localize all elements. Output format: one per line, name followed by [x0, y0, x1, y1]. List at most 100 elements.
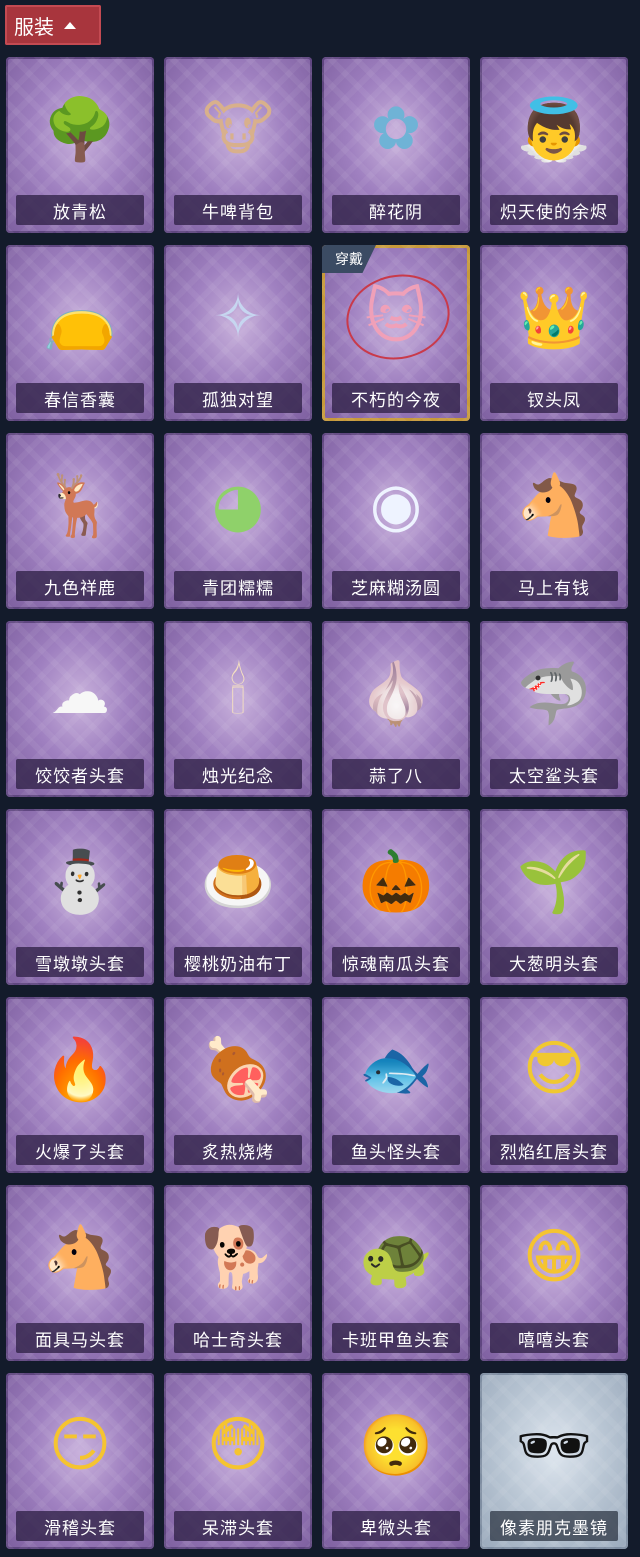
outfit-card[interactable]: 👼 炽天使的余烬	[480, 57, 628, 233]
outfit-name: 放青松	[16, 195, 144, 225]
meat-icon: 🍖	[200, 1034, 276, 1105]
outfit-card[interactable]: ✿ 醉花阴	[322, 57, 470, 233]
outfit-name: 大葱明头套	[490, 947, 618, 977]
outfit-card[interactable]: 🐢 卡班甲鱼头套	[322, 1185, 470, 1361]
outfit-name: 鱼头怪头套	[332, 1135, 460, 1165]
outfit-card[interactable]: 🦌 九色祥鹿	[6, 433, 154, 609]
pudding-icon: 🍮	[200, 846, 276, 917]
outfit-card[interactable]: 👝 春信香囊	[6, 245, 154, 421]
sachet-icon: 👝	[42, 282, 118, 353]
outfit-card[interactable]: ⛄ 雪墩墩头套	[6, 809, 154, 985]
outfit-name: 面具马头套	[16, 1323, 144, 1353]
outfit-card[interactable]: ◕ 青团糯糯	[164, 433, 312, 609]
outfit-name: 九色祥鹿	[16, 571, 144, 601]
outfit-card[interactable]: 🐴 马上有钱	[480, 433, 628, 609]
outfit-card[interactable]: 🐴 面具马头套	[6, 1185, 154, 1361]
outfit-card[interactable]: 😏 滑稽头套	[6, 1373, 154, 1549]
outfit-name: 饺饺者头套	[16, 759, 144, 789]
outfit-name: 呆滞头套	[174, 1511, 302, 1541]
outfit-card[interactable]: 🕯 烛光纪念	[164, 621, 312, 797]
scallion-icon: 🌱	[516, 846, 592, 917]
outfit-name: 烛光纪念	[174, 759, 302, 789]
outfit-name: 卡班甲鱼头套	[332, 1323, 460, 1353]
outfit-card[interactable]: 😎 烈焰红唇头套	[480, 997, 628, 1173]
outfit-name: 芝麻糊汤圆	[332, 571, 460, 601]
outfit-card[interactable]: 🔥 火爆了头套	[6, 997, 154, 1173]
outfit-card[interactable]: 🐮 牛啤背包	[164, 57, 312, 233]
outfit-card[interactable]: ✧ 孤独对望	[164, 245, 312, 421]
fire-icon: 🔥	[42, 1034, 118, 1105]
horse-mask-icon: 🐴	[42, 1222, 118, 1293]
outfit-name: 太空鲨头套	[490, 759, 618, 789]
fish-head-icon: 🐟	[358, 1034, 434, 1105]
green-mochi-icon: ◕	[211, 470, 265, 540]
bonsai-icon: 🌳	[42, 94, 118, 165]
floral-ornament-icon: ✿	[370, 94, 422, 164]
outfit-name: 钗头凤	[490, 383, 618, 413]
shy-emoji-icon: 🥺	[358, 1410, 434, 1481]
outfit-grid: 🌳 放青松 🐮 牛啤背包 ✿ 醉花阴 👼 炽天使的余烬 👝 春信香囊 ✧ 孤独对望 🐱 穿戴不朽的今夜 👑 钗…	[6, 57, 628, 1549]
husky-icon: 🐕	[200, 1222, 276, 1293]
outfit-name: 醉花阴	[332, 195, 460, 225]
outfit-card[interactable]: 🧄 蒜了八	[322, 621, 470, 797]
chevron-up-icon	[64, 21, 76, 29]
outfit-name: 炙热烧烤	[174, 1135, 302, 1165]
pink-creature-icon: 🐱	[364, 282, 428, 352]
outfit-card[interactable]: 🍮 樱桃奶油布丁	[164, 809, 312, 985]
outfit-name: 烈焰红唇头套	[490, 1135, 618, 1165]
outfit-name: 炽天使的余烬	[490, 195, 618, 225]
outfit-card[interactable]: 😁 嘻嘻头套	[480, 1185, 628, 1361]
candle-icon: 🕯	[229, 658, 247, 728]
outfit-name: 雪墩墩头套	[16, 947, 144, 977]
pixel-sunglasses-icon: 🕶	[515, 1410, 593, 1481]
outfit-name: 马上有钱	[490, 571, 618, 601]
pikachu-sunglasses-icon: 😎	[522, 1034, 586, 1104]
silly-emoji-icon: 😏	[48, 1410, 112, 1480]
pumpkin-icon: 🎃	[358, 846, 434, 917]
outfit-card[interactable]: 🐕 哈士奇头套	[164, 1185, 312, 1361]
shark-icon: 🦈	[516, 658, 592, 729]
outfit-name: 牛啤背包	[174, 195, 302, 225]
rice-ball-icon: ◉	[369, 470, 423, 540]
garlic-icon: 🧄	[358, 658, 434, 729]
outfit-name: 滑稽头套	[16, 1511, 144, 1541]
equipped-badge: 穿戴	[322, 245, 376, 273]
outfit-card[interactable]: 😳 呆滞头套	[164, 1373, 312, 1549]
outfit-name: 樱桃奶油布丁	[174, 947, 302, 977]
crowned-doll-icon: 👑	[516, 282, 592, 353]
outfit-card[interactable]: 🥺 卑微头套	[322, 1373, 470, 1549]
outfit-card[interactable]: 🐱 穿戴不朽的今夜	[322, 245, 470, 421]
outfit-card[interactable]: ◉ 芝麻糊汤圆	[322, 433, 470, 609]
outfit-card[interactable]: ☁ 饺饺者头套	[6, 621, 154, 797]
outfit-card[interactable]: 👑 钗头凤	[480, 245, 628, 421]
deer-icon: 🦌	[42, 470, 118, 541]
outfit-name: 哈士奇头套	[174, 1323, 302, 1353]
outfit-card[interactable]: 🐟 鱼头怪头套	[322, 997, 470, 1173]
horse-head-icon: 🐴	[516, 470, 592, 541]
outfit-name: 孤独对望	[174, 383, 302, 413]
outfit-name: 像素朋克墨镜	[490, 1511, 618, 1541]
figure-charm-icon: ✧	[212, 282, 264, 352]
dazed-emoji-icon: 😳	[206, 1410, 270, 1480]
angel-doll-icon: 👼	[516, 94, 592, 165]
outfit-card[interactable]: 🌱 大葱明头套	[480, 809, 628, 985]
outfit-name: 火爆了头套	[16, 1135, 144, 1165]
outfit-name: 不朽的今夜	[332, 383, 460, 413]
outfit-card[interactable]: 🕶 像素朋克墨镜	[480, 1373, 628, 1549]
dumpling-icon: ☁	[50, 658, 110, 728]
outfit-name: 蒜了八	[332, 759, 460, 789]
outfit-name: 青团糯糯	[174, 571, 302, 601]
snowman-icon: ⛄	[42, 846, 118, 917]
outfit-card[interactable]: 🍖 炙热烧烤	[164, 997, 312, 1173]
outfit-name: 卑微头套	[332, 1511, 460, 1541]
category-tab-label: 服装	[14, 14, 54, 39]
outfit-card[interactable]: 🌳 放青松	[6, 57, 154, 233]
grin-emoji-icon: 😁	[522, 1222, 586, 1292]
outfit-card[interactable]: 🦈 太空鲨头套	[480, 621, 628, 797]
category-tab-outfit[interactable]: 服装	[5, 5, 101, 45]
outfit-name: 嘻嘻头套	[490, 1323, 618, 1353]
outfit-card[interactable]: 🎃 惊魂南瓜头套	[322, 809, 470, 985]
outfit-name: 春信香囊	[16, 383, 144, 413]
cow-barrel-icon: 🐮	[202, 94, 274, 164]
outfit-name: 惊魂南瓜头套	[332, 947, 460, 977]
